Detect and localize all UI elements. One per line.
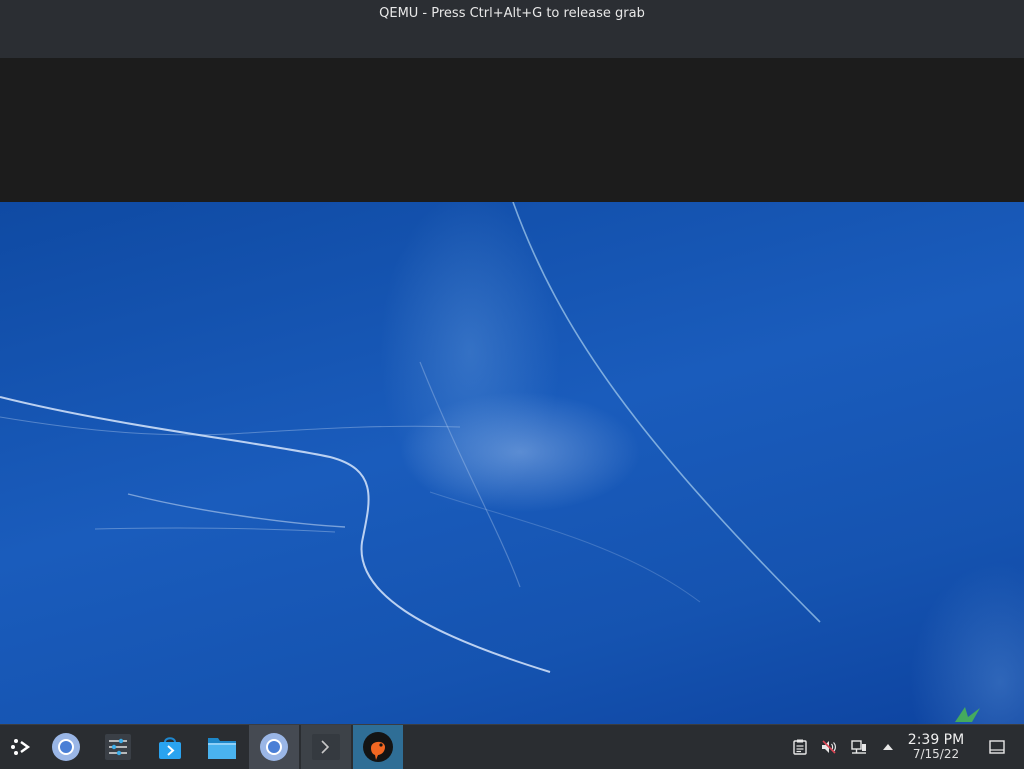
wallpaper-art <box>0 202 1024 724</box>
taskbar-window-qemu[interactable] <box>353 725 403 769</box>
taskbar-app-store[interactable] <box>148 725 192 769</box>
clock-date: 7/15/22 <box>912 747 960 761</box>
terminal-icon <box>312 734 340 760</box>
store-bag-icon <box>159 737 181 759</box>
app-launcher-button[interactable] <box>0 725 44 769</box>
taskbar <box>0 724 1024 769</box>
folder-icon <box>208 738 236 759</box>
app-launcher-icon <box>11 739 31 755</box>
clock-time: 2:39 PM <box>907 732 965 748</box>
chromium-icon <box>52 733 80 761</box>
network-icon[interactable] <box>851 739 867 755</box>
vm-display-top-area <box>0 58 1024 202</box>
chromium-icon <box>260 733 288 761</box>
show-desktop-icon[interactable] <box>989 739 1005 755</box>
qemu-icon <box>363 732 393 762</box>
clipboard-icon[interactable] <box>792 739 808 755</box>
desktop-wallpaper[interactable] <box>0 202 1024 724</box>
tray-expand-icon[interactable] <box>880 739 896 755</box>
settings-sliders-icon <box>105 734 131 760</box>
taskbar-app-file-manager[interactable] <box>200 725 244 769</box>
taskbar-app-chromium[interactable] <box>44 725 88 769</box>
window-titlebar[interactable]: QEMU - Press Ctrl+Alt+G to release grab <box>0 0 1024 59</box>
taskbar-window-terminal[interactable] <box>301 725 351 769</box>
taskbar-app-settings[interactable] <box>96 725 140 769</box>
volume-muted-icon[interactable] <box>821 739 837 755</box>
taskbar-window-chromium[interactable] <box>249 725 299 769</box>
window-title: QEMU - Press Ctrl+Alt+G to release grab <box>379 6 645 21</box>
